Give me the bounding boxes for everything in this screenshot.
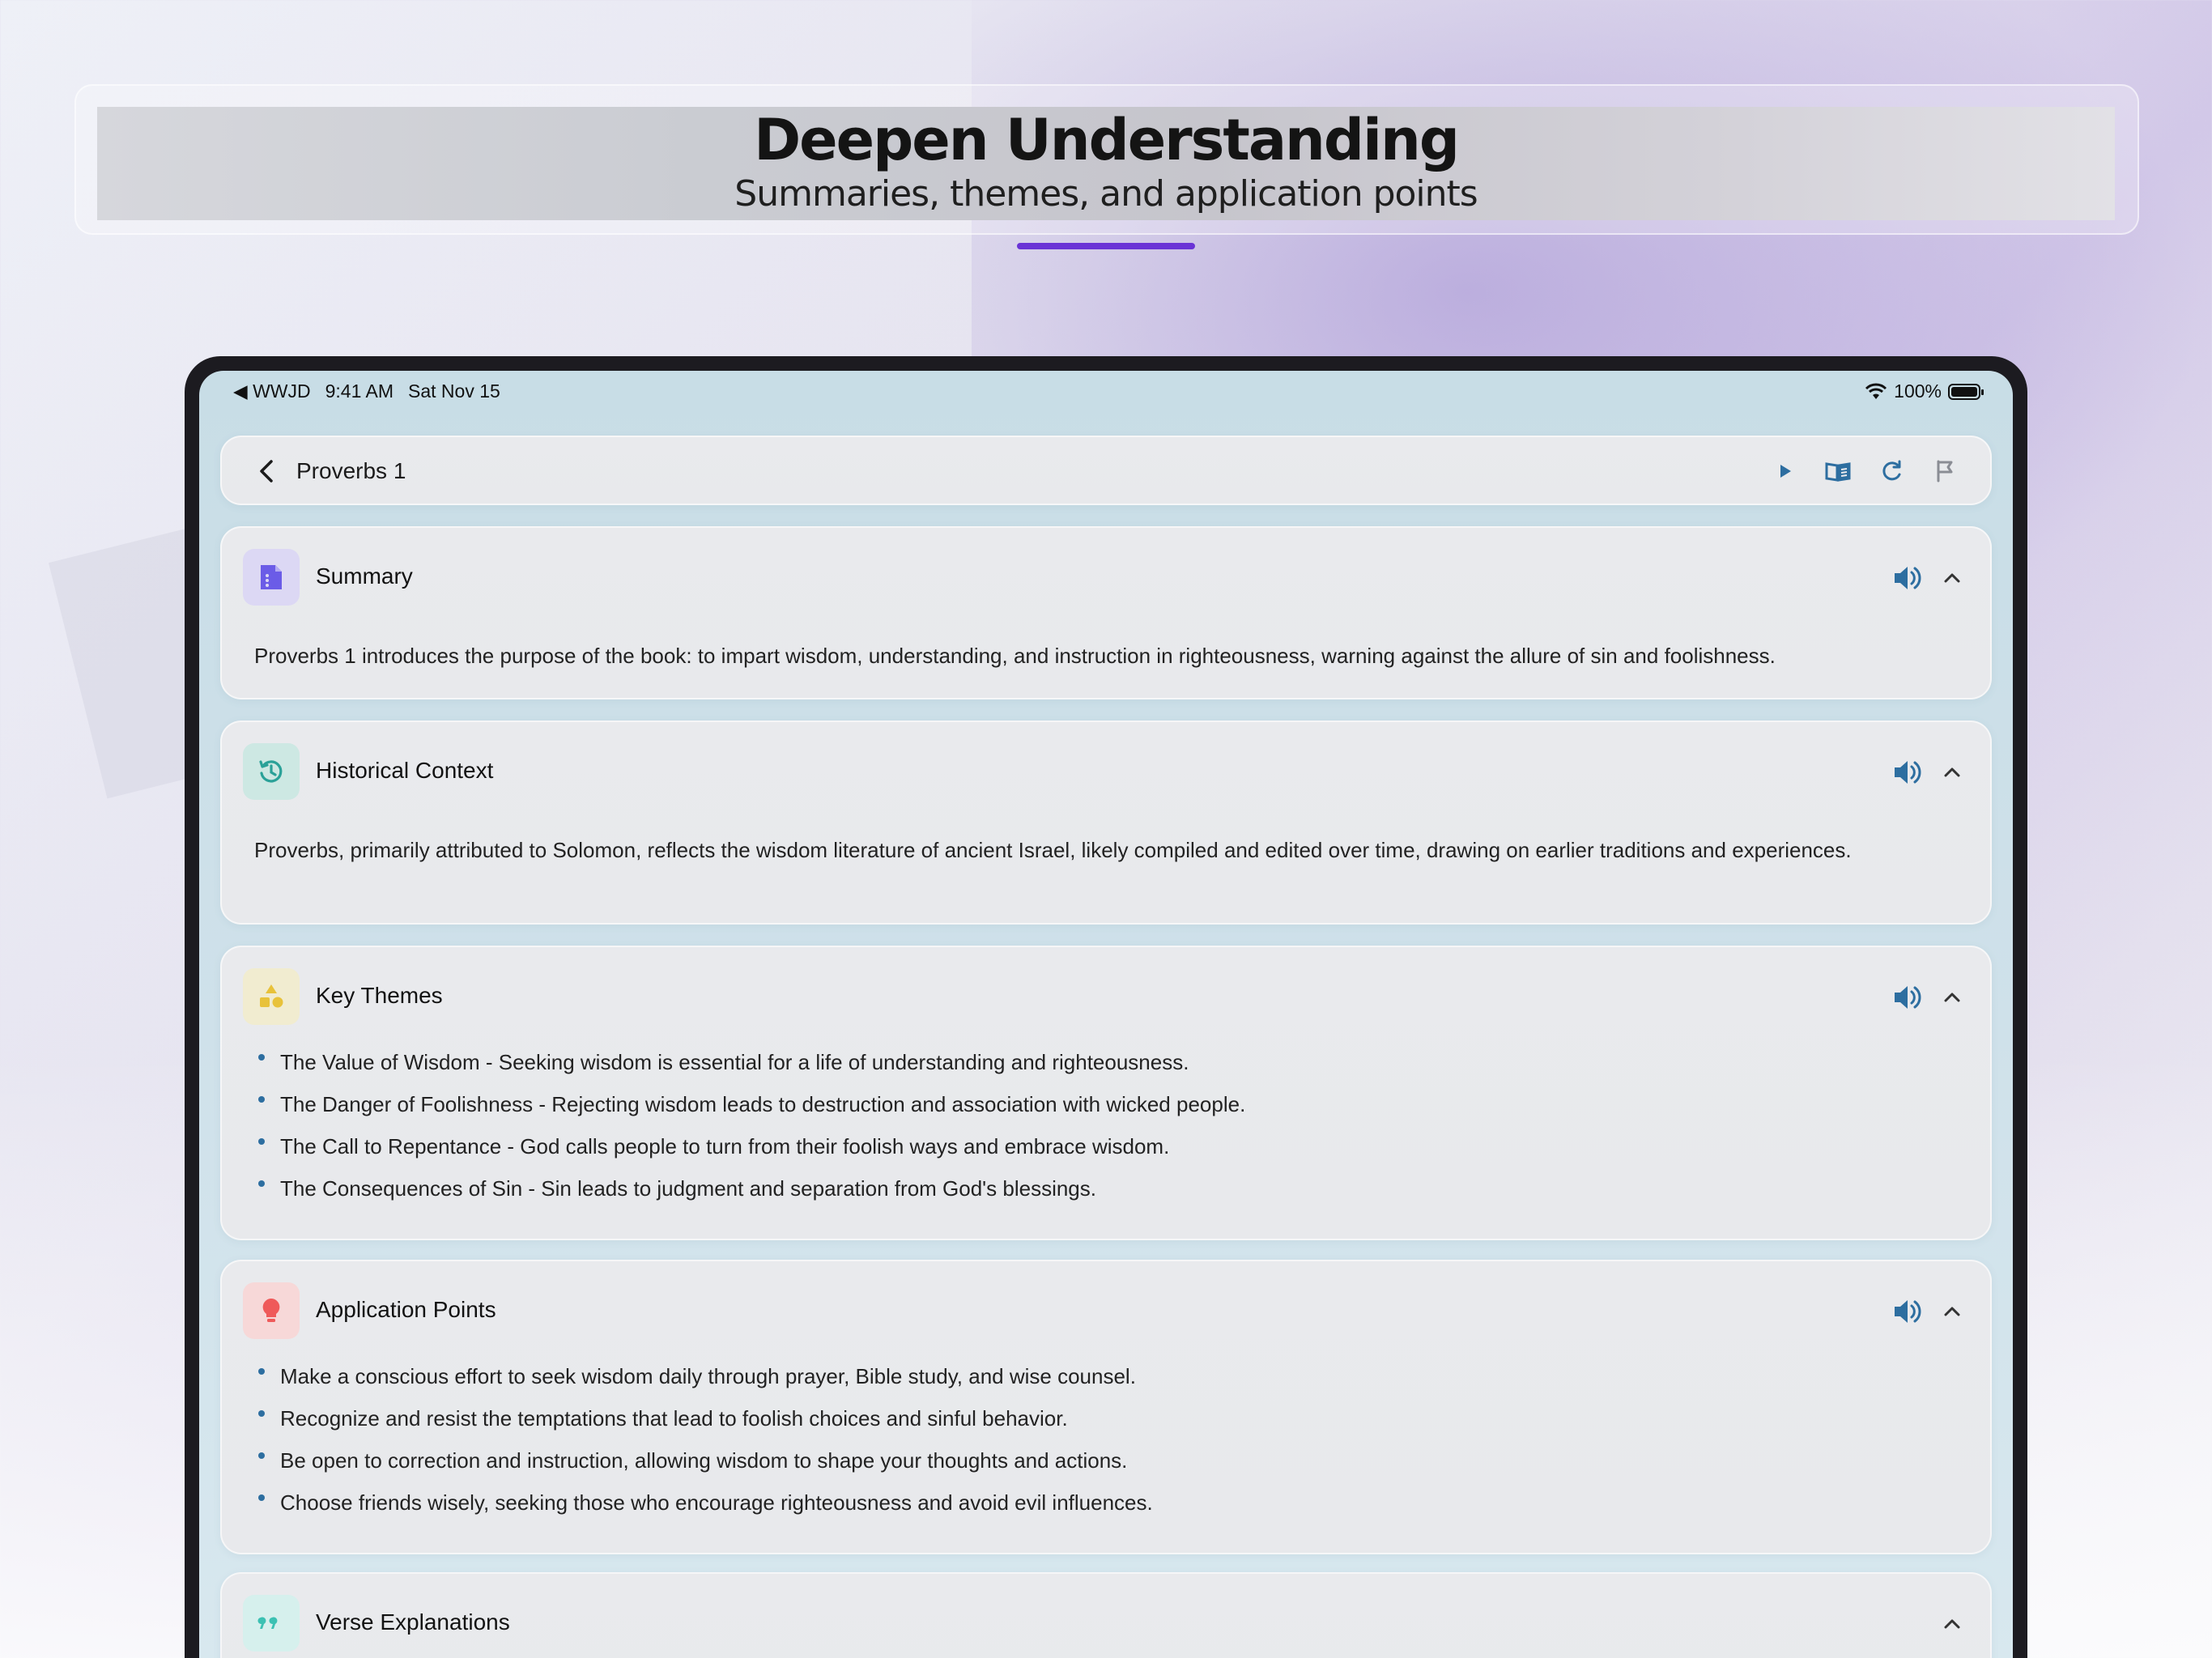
document-icon	[243, 549, 300, 606]
speaker-icon[interactable]	[1891, 1297, 1924, 1326]
chevron-up-icon[interactable]	[1938, 1299, 1966, 1324]
chevron-up-icon[interactable]	[1938, 1611, 1966, 1637]
nav-bar: Proverbs 1	[220, 436, 1992, 505]
banner-title: Deepen Understanding	[754, 107, 1460, 173]
section-title: Summary	[316, 563, 413, 589]
speaker-icon[interactable]	[1891, 983, 1924, 1012]
section-text: Proverbs, primarily attributed to Solomo…	[254, 838, 1852, 862]
application-points-section: Application Points Make a conscious effo…	[220, 1260, 1992, 1554]
section-title: Key Themes	[316, 983, 443, 1008]
list-item: The Consequences of Sin - Sin leads to j…	[258, 1174, 1976, 1203]
section-title: Application Points	[316, 1297, 496, 1322]
tablet-screen: ◀ WWJD 9:41 AM Sat Nov 15 100% Proverbs …	[199, 371, 2013, 1658]
list-item: Make a conscious effort to seek wisdom d…	[258, 1362, 1976, 1391]
banner-subtitle: Summaries, themes, and application point…	[734, 173, 1478, 215]
chevron-up-icon[interactable]	[1938, 984, 1966, 1010]
flag-icon[interactable]	[1929, 455, 1961, 487]
refresh-icon[interactable]	[1875, 455, 1908, 487]
shapes-icon	[243, 968, 300, 1025]
book-icon[interactable]	[1822, 455, 1854, 487]
section-title: Verse Explanations	[316, 1609, 510, 1635]
history-icon	[243, 743, 300, 800]
list-item: Be open to correction and instruction, a…	[258, 1446, 1976, 1475]
status-time: 9:41 AM	[325, 380, 393, 402]
speaker-icon[interactable]	[1891, 758, 1924, 787]
section-text: Proverbs 1 introduces the purpose of the…	[254, 644, 1776, 668]
banner-underline	[1017, 243, 1195, 249]
key-themes-section: Key Themes The Value of Wisdom - Seeking…	[220, 946, 1992, 1240]
wifi-icon	[1865, 383, 1887, 399]
page-title: Proverbs 1	[296, 458, 406, 483]
summary-section: Summary Proverbs 1 introduces the purpos…	[220, 526, 1992, 699]
chevron-up-icon[interactable]	[1938, 759, 1966, 785]
verse-explanations-section: Verse Explanations	[220, 1572, 1992, 1658]
application-list: Make a conscious effort to seek wisdom d…	[258, 1362, 1976, 1530]
speaker-icon[interactable]	[1891, 563, 1924, 593]
status-date: Sat Nov 15	[408, 380, 500, 402]
chevron-up-icon[interactable]	[1938, 565, 1966, 591]
list-item: The Value of Wisdom - Seeking wisdom is …	[258, 1048, 1976, 1077]
lightbulb-icon	[243, 1282, 300, 1339]
themes-list: The Value of Wisdom - Seeking wisdom is …	[258, 1048, 1976, 1216]
status-carrier: ◀ WWJD	[233, 380, 311, 402]
list-item: Choose friends wisely, seeking those who…	[258, 1488, 1976, 1517]
list-item: Recognize and resist the temptations tha…	[258, 1404, 1976, 1433]
banner: Deepen Understanding Summaries, themes, …	[97, 107, 2115, 220]
list-item: The Call to Repentance - God calls peopl…	[258, 1132, 1976, 1161]
battery-percent: 100%	[1894, 380, 1942, 402]
historical-context-section: Historical Context Proverbs, primarily a…	[220, 721, 1992, 925]
list-item: The Danger of Foolishness - Rejecting wi…	[258, 1090, 1976, 1119]
status-bar: ◀ WWJD 9:41 AM Sat Nov 15 100%	[199, 371, 2013, 411]
section-title: Historical Context	[316, 758, 494, 783]
back-icon[interactable]	[251, 455, 283, 487]
play-icon[interactable]	[1768, 455, 1801, 487]
battery-icon	[1948, 383, 1984, 400]
quote-icon	[243, 1595, 300, 1652]
